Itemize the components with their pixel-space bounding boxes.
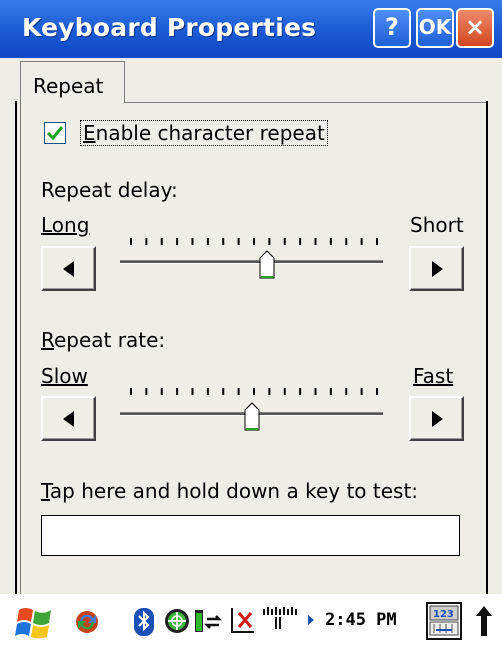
- tab-repeat-label: Repeat: [33, 74, 104, 98]
- taskbar: 2:45 PM 123: [0, 594, 502, 648]
- rate-slow-label: Slow: [41, 364, 88, 388]
- enable-repeat-label-rest: nable character repeat: [95, 121, 325, 145]
- dialog-body: Repeat Enable character repeat Repeat de…: [0, 58, 502, 594]
- tick-mark: [176, 388, 179, 395]
- tab-repeat[interactable]: Repeat: [20, 61, 125, 103]
- delay-slider-track[interactable]: [120, 260, 383, 264]
- rate-decrease-button[interactable]: [41, 396, 96, 441]
- signal-bars-icon[interactable]: [262, 605, 320, 635]
- tick-mark: [145, 238, 148, 245]
- tick-mark: [283, 388, 286, 395]
- frame-border-left: [15, 101, 17, 594]
- tick-mark: [314, 388, 317, 395]
- tick-mark: [345, 238, 348, 245]
- tick-mark: [222, 388, 225, 395]
- network-globe-icon[interactable]: [163, 607, 191, 635]
- tick-mark: [206, 388, 209, 395]
- tick-mark: [191, 388, 194, 395]
- tick-mark: [222, 238, 225, 245]
- ok-button[interactable]: OK: [416, 8, 454, 48]
- tab-strip-line: [125, 102, 486, 103]
- svg-text:123: 123: [433, 609, 454, 620]
- clock[interactable]: 2:45 PM: [325, 610, 397, 630]
- tick-mark: [329, 388, 332, 395]
- frame-border-right: [486, 101, 488, 594]
- screen: Keyboard Properties ? OK × Repeat Enable…: [0, 0, 502, 648]
- tick-mark: [237, 388, 240, 395]
- keyboard-input-icon[interactable]: 123: [426, 602, 462, 640]
- left-arrow-icon: [63, 261, 74, 277]
- sync-icon[interactable]: [72, 607, 102, 637]
- bluetooth-icon[interactable]: [133, 607, 155, 637]
- tick-mark: [299, 238, 302, 245]
- tick-mark: [268, 238, 271, 245]
- rate-increase-button[interactable]: [409, 396, 464, 441]
- tick-mark: [160, 388, 163, 395]
- window-title: Keyboard Properties: [22, 13, 317, 42]
- test-input[interactable]: [41, 515, 460, 556]
- test-label-accel: T: [41, 479, 50, 503]
- tick-mark: [253, 388, 255, 395]
- delay-short-label: Short: [410, 213, 464, 237]
- tick-mark: [130, 388, 132, 395]
- battery-icon[interactable]: [193, 605, 225, 637]
- help-button[interactable]: ?: [373, 8, 411, 48]
- tab-panel-border: [20, 102, 21, 594]
- tick-mark: [376, 388, 378, 395]
- enable-repeat-checkbox[interactable]: [44, 122, 66, 144]
- tick-mark: [130, 238, 132, 245]
- tick-mark: [345, 388, 348, 395]
- connectivity-icon[interactable]: [229, 605, 257, 637]
- rate-slider-thumb[interactable]: [244, 402, 260, 432]
- tick-mark: [237, 238, 240, 245]
- tick-mark: [360, 238, 363, 245]
- tick-mark: [206, 238, 209, 245]
- rate-ticks: [130, 388, 378, 395]
- tick-mark: [299, 388, 302, 395]
- delay-slider-thumb[interactable]: [259, 250, 275, 280]
- repeat-delay-label: Repeat delay:: [41, 178, 178, 202]
- repeat-rate-label-rest: epeat rate:: [54, 328, 166, 352]
- test-label: Tap here and hold down a key to test:: [41, 479, 418, 503]
- check-icon: [46, 126, 64, 141]
- test-label-rest: ap here and hold down a key to test:: [49, 479, 419, 503]
- tick-mark: [160, 238, 163, 245]
- enable-repeat-label-accel: E: [83, 121, 96, 145]
- tick-mark: [329, 238, 332, 245]
- delay-decrease-button[interactable]: [41, 246, 96, 291]
- tick-mark: [145, 388, 148, 395]
- tick-mark: [376, 238, 378, 245]
- up-arrow-icon[interactable]: [474, 604, 494, 640]
- start-flag-icon[interactable]: [15, 602, 57, 642]
- delay-ticks: [130, 238, 378, 245]
- tick-mark: [253, 238, 255, 245]
- delay-long-label: Long: [41, 213, 90, 237]
- delay-increase-button[interactable]: [409, 246, 464, 291]
- tick-mark: [360, 388, 363, 395]
- rate-fast-label: Fast: [413, 364, 454, 388]
- close-button[interactable]: ×: [456, 8, 494, 48]
- right-arrow-icon: [432, 411, 443, 427]
- repeat-rate-label: Repeat rate:: [41, 328, 165, 352]
- tick-mark: [176, 238, 179, 245]
- repeat-rate-label-accel: R: [41, 328, 54, 352]
- tick-mark: [268, 388, 271, 395]
- enable-repeat-label[interactable]: Enable character repeat: [80, 120, 328, 146]
- right-arrow-icon: [432, 261, 443, 277]
- tick-mark: [191, 238, 194, 245]
- title-bar: Keyboard Properties ? OK ×: [0, 0, 502, 58]
- tick-mark: [283, 238, 286, 245]
- left-arrow-icon: [63, 411, 74, 427]
- tick-mark: [314, 238, 317, 245]
